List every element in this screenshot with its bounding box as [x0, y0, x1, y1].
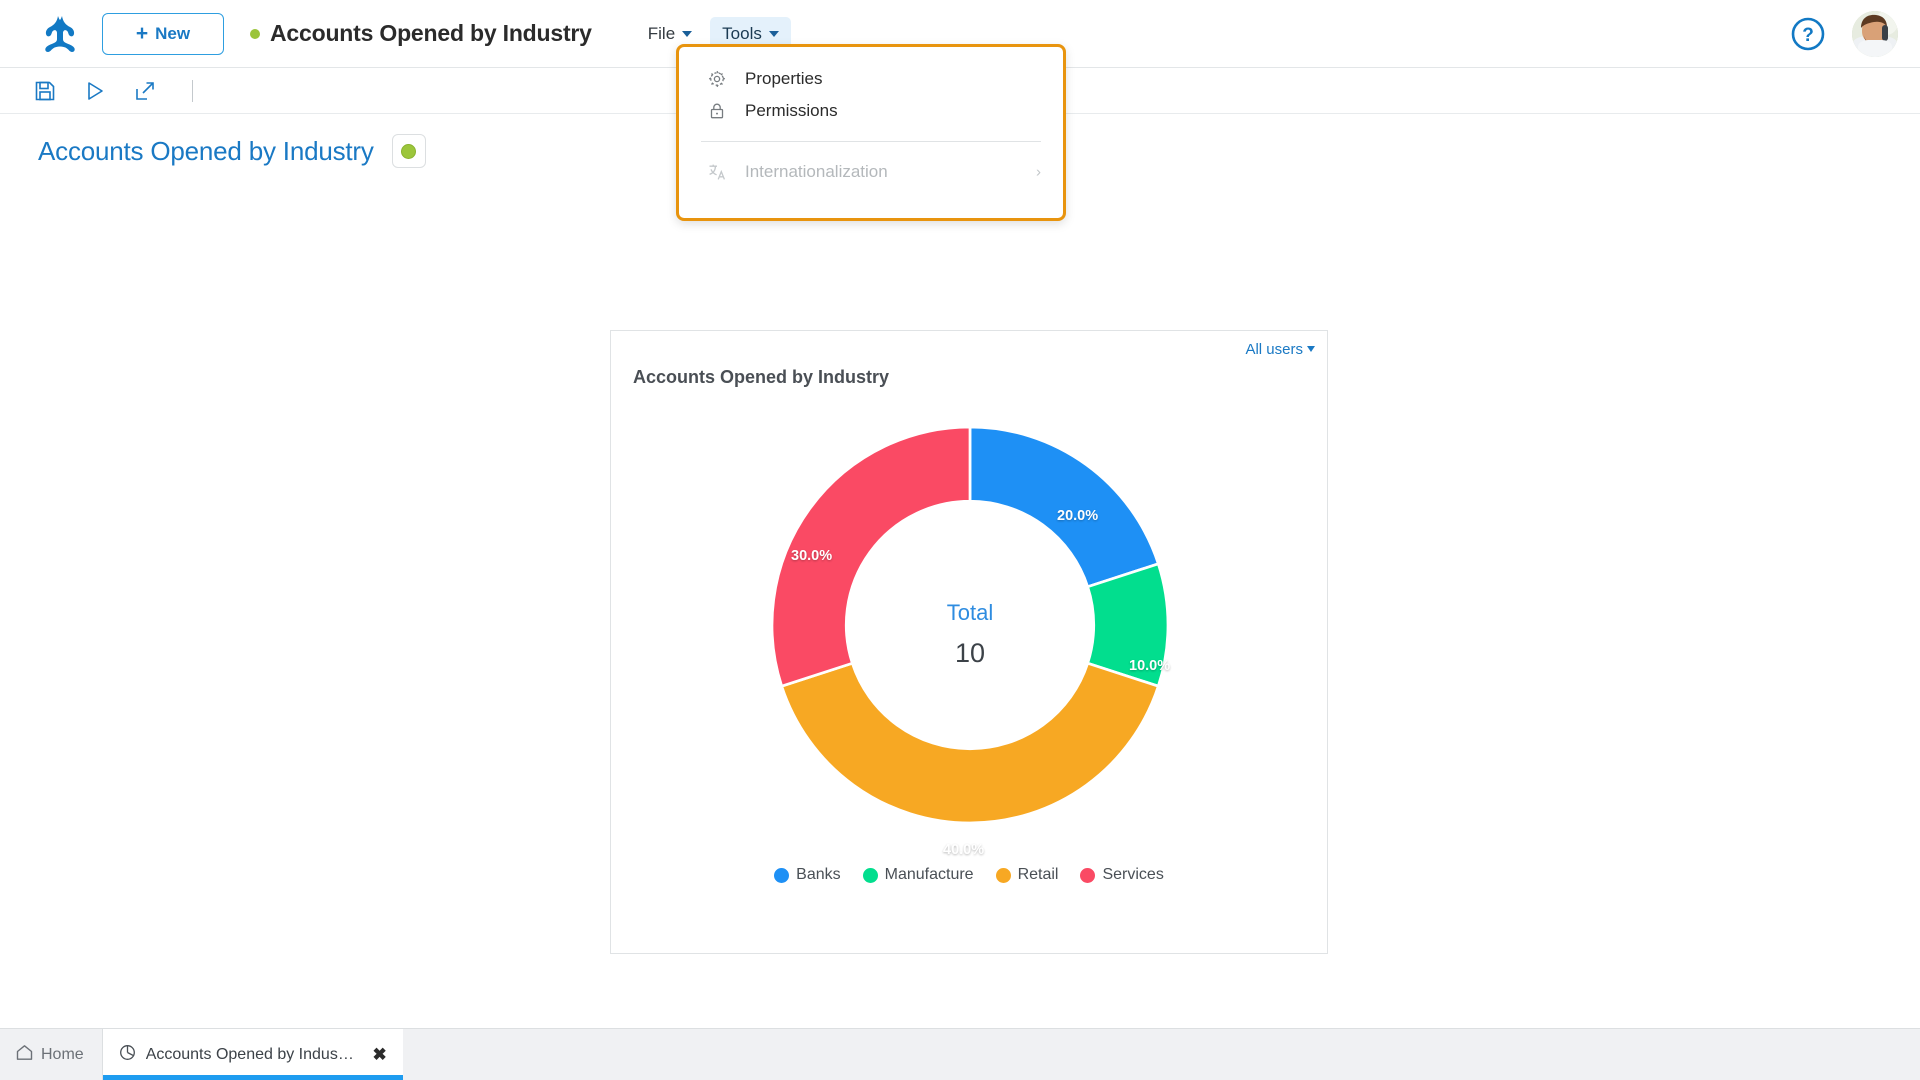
menu-file-label: File [647, 23, 676, 43]
tab-active-underline [102, 1075, 403, 1080]
save-icon[interactable] [34, 80, 56, 102]
page-header: Accounts Opened by Industry [38, 134, 426, 168]
menu-item-permissions[interactable]: Permissions [679, 95, 1063, 127]
donut-slice-retail[interactable] [779, 661, 1161, 825]
chevron-down-icon [768, 30, 779, 37]
menu-separator [701, 141, 1041, 142]
document-title-group: Accounts Opened by Industry [250, 20, 592, 47]
chevron-right-icon: › [1036, 163, 1041, 181]
donut-svg [770, 425, 1170, 825]
status-badge[interactable] [391, 134, 426, 168]
home-icon [16, 1044, 33, 1066]
help-icon[interactable]: ? [1790, 16, 1826, 52]
legend-swatch-icon [862, 867, 878, 883]
taskbar: Home Accounts Opened by Industry (MyA…) … [0, 1028, 1920, 1080]
taskbar-tab-accounts-opened-by-industry[interactable]: Accounts Opened by Industry (MyA…) ✖ [102, 1029, 403, 1080]
run-icon[interactable] [84, 80, 106, 102]
pie-chart-icon [119, 1044, 136, 1066]
menu-item-internationalization-label: Internationalization [745, 162, 888, 181]
tools-dropdown-menu: Properties Permissions Internationalizat… [676, 44, 1066, 221]
chart-legend: Banks Manufacture Retail Services [611, 866, 1327, 884]
legend-swatch-icon [774, 867, 790, 883]
status-dot-icon [401, 143, 417, 159]
menu-tools-label: Tools [722, 23, 762, 43]
translate-icon [707, 163, 727, 181]
plus-icon: + [135, 22, 149, 45]
gear-icon [707, 70, 727, 88]
frog-logo[interactable] [32, 12, 88, 56]
all-users-filter[interactable]: All users [1245, 341, 1315, 358]
new-button[interactable]: + New [102, 12, 224, 55]
legend-item-retail[interactable]: Retail [995, 866, 1059, 884]
taskbar-home-button[interactable]: Home [0, 1029, 103, 1080]
menu-item-internationalization[interactable]: Internationalization › [679, 156, 1063, 188]
card-toolbar: All users [611, 331, 1327, 361]
app-root: + New Accounts Opened by Industry File T… [0, 0, 1920, 1080]
document-status-dot [250, 28, 260, 39]
menu-item-permissions-label: Permissions [745, 101, 838, 120]
page-title: Accounts Opened by Industry [38, 135, 374, 166]
menu-item-properties[interactable]: Properties [679, 63, 1063, 95]
legend-item-manufacture[interactable]: Manufacture [862, 866, 974, 884]
donut-chart: 20.0% 10.0% 40.0% 30.0% Total 10 [611, 390, 1329, 860]
legend-swatch-icon [995, 867, 1011, 883]
legend-label-manufacture: Manufacture [884, 866, 974, 883]
toolbar-divider [192, 79, 193, 102]
chevron-down-icon [682, 30, 693, 37]
svg-text:?: ? [1802, 25, 1814, 46]
chart-title: Accounts Opened by Industry [633, 367, 890, 387]
taskbar-tab-label: Accounts Opened by Industry (MyA…) [145, 1045, 357, 1063]
lock-icon [707, 102, 727, 120]
legend-label-retail: Retail [1017, 866, 1059, 883]
donut-slice-services[interactable] [770, 425, 972, 688]
user-avatar[interactable] [1852, 10, 1898, 57]
legend-swatch-icon [1080, 867, 1096, 883]
document-title: Accounts Opened by Industry [270, 20, 592, 46]
chevron-down-icon [1307, 346, 1315, 352]
new-button-label: New [155, 23, 191, 43]
legend-item-banks[interactable]: Banks [774, 866, 841, 884]
legend-item-services[interactable]: Services [1080, 866, 1164, 884]
menu-item-properties-label: Properties [745, 69, 823, 88]
all-users-label: All users [1245, 340, 1303, 358]
donut-slice-banks[interactable] [968, 425, 1161, 589]
taskbar-home-label: Home [41, 1045, 84, 1063]
export-icon[interactable] [134, 80, 156, 102]
top-bar-right: ? [1790, 10, 1898, 57]
close-icon[interactable]: ✖ [372, 1045, 386, 1065]
legend-label-services: Services [1102, 866, 1164, 883]
legend-label-banks: Banks [796, 866, 841, 883]
chart-card: All users Accounts Opened by Industry 20… [610, 330, 1328, 954]
